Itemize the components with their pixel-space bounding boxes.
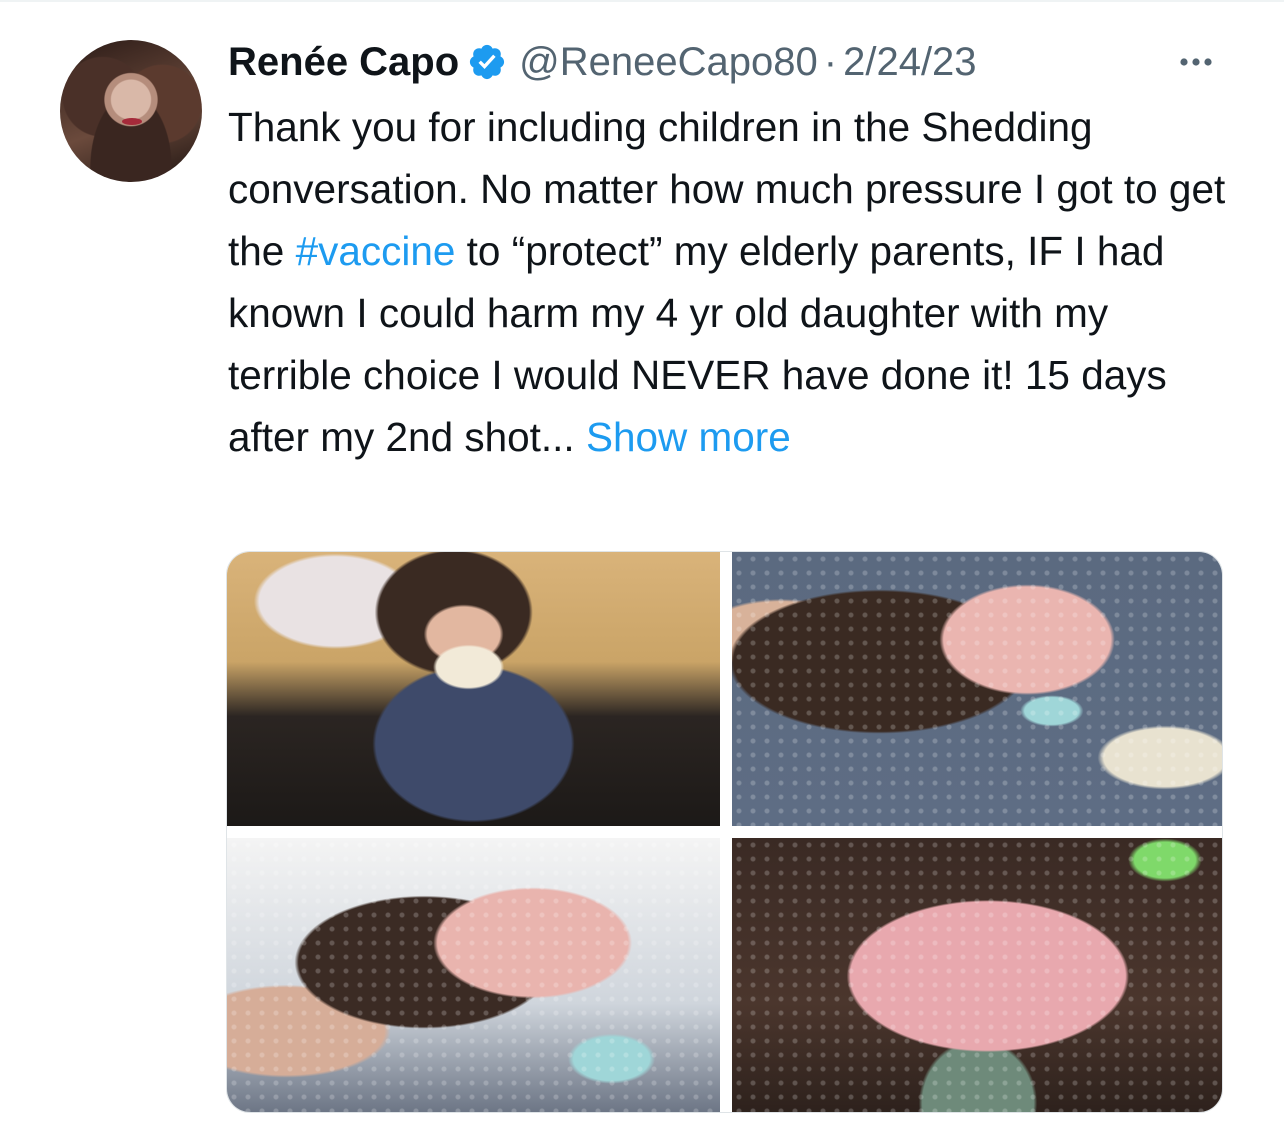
hashtag-link[interactable]: #vaccine [296,228,456,274]
show-more-link[interactable]: Show more [586,414,791,460]
photo-texture [732,838,1222,1112]
more-options-icon[interactable] [1170,44,1222,80]
tweet-header: Renée Capo @ReneeCapo80 · 2/24/23 [228,34,977,90]
tweet-date[interactable]: 2/24/23 [843,40,976,85]
photo-1[interactable] [227,552,720,826]
photo-4[interactable] [732,838,1222,1112]
photo-texture [732,552,1222,826]
tweet[interactable]: Renée Capo @ReneeCapo80 · 2/24/23 Thank … [0,0,1284,1134]
author-handle[interactable]: @ReneeCapo80 [519,40,818,85]
author-display-name[interactable]: Renée Capo [228,40,459,85]
photo-2[interactable] [732,552,1222,826]
avatar[interactable] [60,40,202,182]
media-grid [226,551,1223,1113]
header-separator: · [823,39,838,84]
photo-texture [227,838,720,1112]
avatar-detail [122,118,142,125]
photo-3[interactable] [227,838,720,1112]
verified-badge-icon [467,42,507,82]
tweet-text: Thank you for including children in the … [228,96,1238,468]
